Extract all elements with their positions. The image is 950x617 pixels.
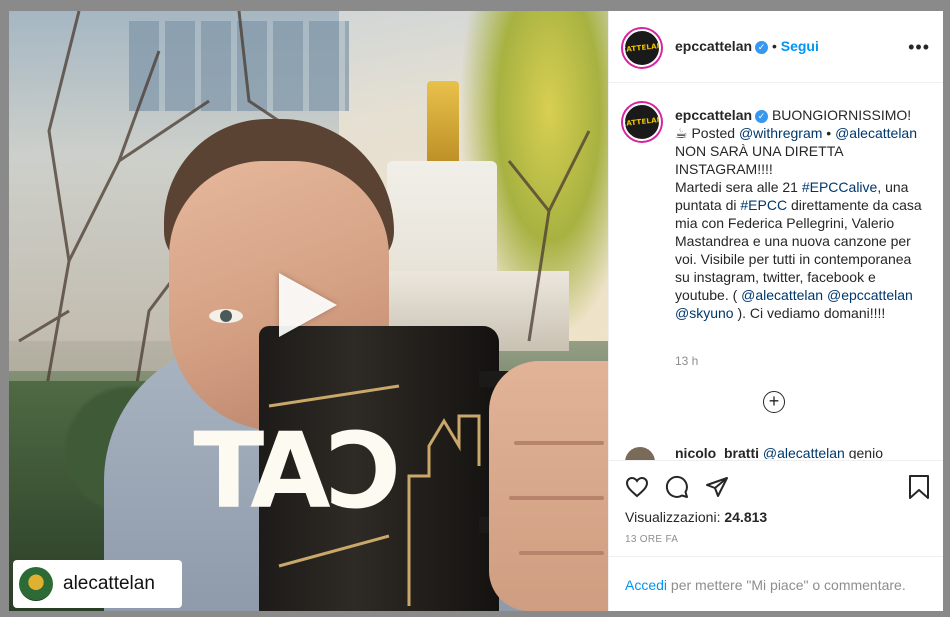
login-link[interactable]: Accedi [625,577,667,593]
caption-line1: BUONGIORNISSIMO! [771,107,912,123]
caption-text5: ). Ci vediamo domani!!!! [737,305,886,321]
tag-avatar [19,567,53,601]
author-username[interactable]: epccattelan [675,38,752,54]
comment-username[interactable]: nicolo_bratti [675,445,759,459]
user-tag[interactable]: alecattelan [13,560,182,608]
caption-bullet: • [826,125,832,141]
caption-time[interactable]: 13 h [675,354,698,368]
video-player[interactable]: CAT alecattelan [9,11,608,611]
cup-emoji: ☕ [675,125,688,141]
follow-button[interactable]: Segui [781,38,819,54]
finger-crease [519,551,604,555]
mention-epccattelan[interactable]: @epccattelan [827,287,913,303]
caption-text2: Martedi sera alle 21 [675,179,798,195]
login-prompt: Accedi per mettere "Mi piace" o commenta… [625,577,906,593]
login-text: per mettere "Mi piace" o commentare. [670,577,906,593]
action-icons [625,475,729,499]
mug-skyline [268,384,481,606]
post-header: CATTELAN epccattelan ✓ • Segui ••• [609,11,943,83]
mention-alecattelan-2[interactable]: @alecattelan [741,287,823,303]
person-hand [489,361,608,611]
play-icon[interactable] [279,273,337,337]
header-user-line: epccattelan ✓ • Segui [675,38,819,54]
share-icon[interactable] [705,475,729,499]
caption-author-avatar[interactable]: CATTELAN [623,103,661,141]
author-avatar[interactable]: CATTELAN [623,29,661,67]
views-label: Visualizzazioni: [625,509,721,525]
mention-skyuno[interactable]: @skyuno [675,305,734,321]
tag-username: alecattelan [63,573,155,594]
post-actions: Visualizzazioni: 24.813 13 ORE FA Accedi… [609,460,943,611]
bookmark-icon[interactable] [908,475,930,499]
views-count[interactable]: Visualizzazioni: 24.813 [625,509,767,525]
post-modal: CAT alecattelan CATTELAN epccattelan ✓ •… [9,11,943,611]
header-separator: • [771,38,777,54]
post-time[interactable]: 13 ORE FA [625,534,678,545]
more-icon[interactable]: ••• [908,37,930,58]
avatar-logo: CATTELAN [623,41,661,55]
finger-crease [514,441,604,445]
plus-circle-icon[interactable]: + [763,391,785,413]
login-bar: Accedi per mettere "Mi piace" o commenta… [609,556,943,611]
comment-preview: nicolo_bratti @alecattelan genio [675,445,925,459]
comment-icon[interactable] [665,475,689,499]
hashtag-epcc[interactable]: #EPCC [740,197,787,213]
mention-withregram[interactable]: @withregram [739,125,822,141]
views-number: 24.813 [724,509,768,525]
mention-alecattelan[interactable]: @alecattelan [835,125,917,141]
caption-posted: Posted [691,125,736,141]
avatar-logo: CATTELAN [623,115,661,129]
caption-author[interactable]: epccattelan [675,107,752,123]
person-eye [209,309,243,323]
post-sidebar: CATTELAN epccattelan ✓ • Segui ••• CATTEL… [608,11,943,611]
verified-icon: ✓ [755,109,769,123]
finger-crease [509,496,604,500]
post-caption: epccattelan ✓ BUONGIORNISSIMO! ☕ Posted @… [675,106,925,322]
heart-icon[interactable] [625,475,649,499]
verified-icon: ✓ [755,40,769,54]
comment-mention[interactable]: @alecattelan [763,445,845,459]
caption-text1: NON SARÀ UNA DIRETTA INSTAGRAM!!!! [675,143,843,177]
hashtag-epccalive[interactable]: #EPCCalive [802,179,877,195]
comment-text: genio [848,445,883,459]
